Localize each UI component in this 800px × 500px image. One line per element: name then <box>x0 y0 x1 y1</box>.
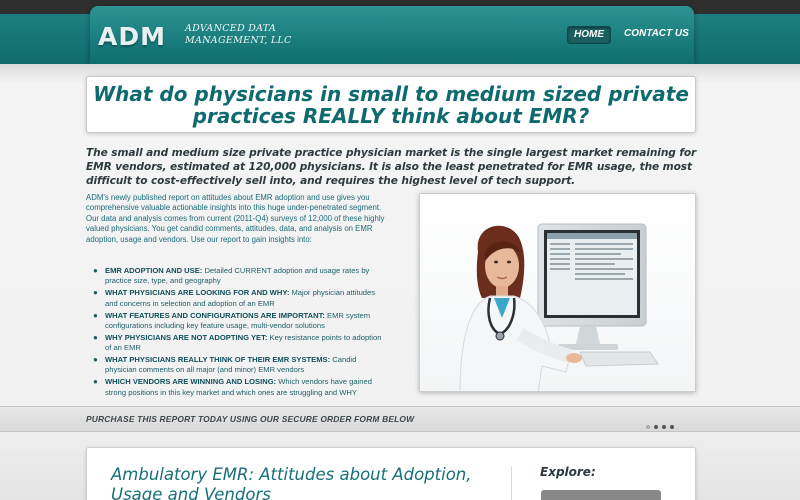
purchase-strip: PURCHASE THIS REPORT TODAY USING OUR SEC… <box>0 406 800 432</box>
explore-button[interactable] <box>541 490 661 500</box>
list-item: ● WHY PHYSICIANS ARE NOT ADOPTING YET: Ke… <box>93 333 389 354</box>
slider-dot[interactable] <box>662 425 666 429</box>
slider-dot[interactable] <box>670 425 674 429</box>
purchase-strip-text: PURCHASE THIS REPORT TODAY USING OUR SEC… <box>86 414 415 424</box>
nav-contact-link[interactable]: CONTACT US <box>624 28 689 39</box>
headline-box: What do physicians in small to medium si… <box>86 76 696 133</box>
list-item-heading: WHICH VENDORS ARE WINNING AND LOSING: <box>105 377 277 387</box>
list-item-heading: WHAT FEATURES AND CONFIGURATIONS ARE IMP… <box>105 310 325 320</box>
slider-dot[interactable] <box>654 425 658 429</box>
report-description: ADM's newly published report on attitude… <box>86 193 385 244</box>
physician-at-computer-illustration <box>420 194 695 391</box>
list-item: ● EMR ADOPTION AND USE: Detailed CURRENT … <box>93 266 389 287</box>
page-title-line2: practices REALLY think about EMR? <box>192 104 590 128</box>
nav-home-button[interactable]: HOME <box>567 26 611 44</box>
list-item-heading: WHAT PHYSICIANS REALLY THINK OF THEIR EM… <box>105 355 331 365</box>
company-name-line2: MANAGEMENT, LLC <box>185 35 292 46</box>
bullet-icon: ● <box>93 355 98 365</box>
bullet-icon: ● <box>93 310 98 320</box>
list-item: ● WHAT FEATURES AND CONFIGURATIONS ARE IM… <box>93 311 389 332</box>
list-item: ● WHAT PHYSICIANS ARE LOOKING FOR AND WHY… <box>93 288 389 309</box>
report-section: Ambulatory EMR: Attitudes about Adoption… <box>86 447 696 500</box>
slider-dots <box>646 416 678 434</box>
intro-paragraph: The small and medium size private practi… <box>86 147 697 187</box>
site-header: ADM ADVANCED DATA MANAGEMENT, LLC HOME C… <box>90 6 694 64</box>
bullet-icon: ● <box>93 377 98 387</box>
adm-logo[interactable]: ADM <box>98 22 166 51</box>
insights-list: ● EMR ADOPTION AND USE: Detailed CURRENT … <box>93 266 389 400</box>
page-title: What do physicians in small to medium si… <box>87 77 695 127</box>
bullet-icon: ● <box>93 332 98 342</box>
list-item: ● WHICH VENDORS ARE WINNING AND LOSING: W… <box>93 377 389 398</box>
company-name: ADVANCED DATA MANAGEMENT, LLC <box>185 23 295 47</box>
bullet-icon: ● <box>93 288 98 298</box>
list-item-heading: WHY PHYSICIANS ARE NOT ADOPTING YET: <box>105 332 268 342</box>
list-item-heading: EMR ADOPTION AND USE: <box>105 266 203 275</box>
list-item: ● WHAT PHYSICIANS REALLY THINK OF THEIR E… <box>93 355 389 376</box>
report-title: Ambulatory EMR: Attitudes about Adoption… <box>111 465 472 500</box>
page-title-line1: What do physicians in small to medium si… <box>93 82 689 106</box>
slider-dot[interactable] <box>646 425 650 429</box>
physician-photo <box>419 193 696 392</box>
company-name-line1: ADVANCED DATA <box>185 23 277 34</box>
explore-heading: Explore: <box>540 465 596 479</box>
section-divider <box>511 466 512 500</box>
list-item-heading: WHAT PHYSICIANS ARE LOOKING FOR AND WHY: <box>105 288 290 298</box>
bullet-icon: ● <box>93 266 98 275</box>
